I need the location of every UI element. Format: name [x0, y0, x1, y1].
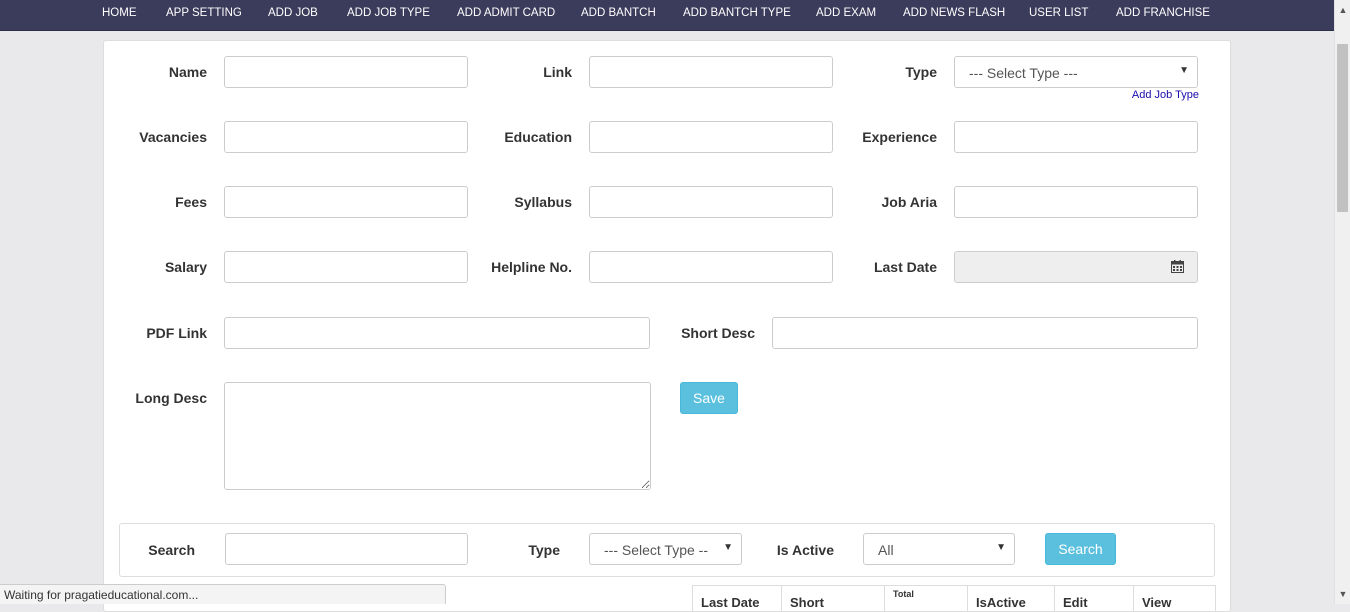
experience-input[interactable]	[954, 121, 1198, 153]
vacancies-input[interactable]	[224, 121, 468, 153]
nav-add-news-flash[interactable]: ADD NEWS FLASH	[903, 7, 1005, 19]
search-input[interactable]	[225, 533, 468, 565]
nav-add-bantch[interactable]: ADD BANTCH	[581, 7, 656, 19]
fees-label: Fees	[175, 194, 207, 210]
last-date-input[interactable]	[955, 252, 1160, 282]
caret-down-icon: ▼	[723, 542, 733, 553]
nav-add-exam[interactable]: ADD EXAM	[816, 7, 876, 19]
fees-input[interactable]	[224, 186, 468, 218]
scrollbar-thumb[interactable]	[1337, 44, 1348, 212]
job-aria-input[interactable]	[954, 186, 1198, 218]
is-active-select-value: All	[878, 542, 894, 558]
is-active-select[interactable]: All ▼	[863, 533, 1015, 565]
th-total[interactable]: Total	[884, 586, 967, 611]
education-label: Education	[504, 129, 572, 145]
chevron-down-icon[interactable]: ▼	[1335, 586, 1350, 602]
type-select[interactable]: --- Select Type --- ▼	[954, 56, 1198, 88]
nav-add-franchise[interactable]: ADD FRANCHISE	[1116, 7, 1210, 19]
experience-label: Experience	[862, 129, 937, 145]
short-desc-input[interactable]	[772, 317, 1198, 349]
page-scrollbar[interactable]: ▲ ▼	[1334, 0, 1350, 604]
top-navbar: HOME APP SETTING ADD JOB ADD JOB TYPE AD…	[0, 0, 1334, 31]
search-label: Search	[148, 542, 195, 558]
browser-status-bar: Waiting for pragatieducational.com...	[0, 584, 446, 604]
nav-add-job-type[interactable]: ADD JOB TYPE	[347, 7, 430, 19]
nav-user-list[interactable]: USER LIST	[1029, 7, 1088, 19]
salary-input[interactable]	[224, 251, 468, 283]
job-aria-label: Job Aria	[881, 194, 938, 210]
th-last-date[interactable]: Last Date	[693, 586, 781, 611]
last-date-picker	[954, 251, 1198, 283]
search-type-select-value: --- Select Type --	[604, 542, 708, 558]
long-desc-textarea[interactable]	[224, 382, 651, 490]
helpline-label: Helpline No.	[491, 259, 572, 275]
jobs-table-header: Last Date Short Total IsActive Edit View	[692, 585, 1216, 611]
calendar-icon	[1171, 260, 1184, 273]
calendar-button[interactable]	[1159, 252, 1197, 282]
syllabus-label: Syllabus	[514, 194, 572, 210]
search-type-select[interactable]: --- Select Type -- ▼	[589, 533, 742, 565]
type-select-value: --- Select Type ---	[969, 65, 1078, 81]
is-active-label: Is Active	[776, 542, 834, 558]
helpline-input[interactable]	[589, 251, 833, 283]
vacancies-label: Vacancies	[139, 129, 207, 145]
pdf-link-label: PDF Link	[146, 325, 207, 341]
name-input[interactable]	[224, 56, 468, 88]
salary-label: Salary	[164, 259, 207, 275]
search-type-label: Type	[528, 542, 560, 558]
th-edit[interactable]: Edit	[1054, 586, 1133, 611]
save-button[interactable]: Save	[680, 382, 738, 414]
th-short[interactable]: Short	[781, 586, 884, 611]
link-input[interactable]	[589, 56, 833, 88]
caret-down-icon: ▼	[1179, 65, 1189, 76]
nav-add-bantch-type[interactable]: ADD BANTCH TYPE	[683, 7, 791, 19]
short-desc-label: Short Desc	[681, 325, 755, 341]
syllabus-input[interactable]	[589, 186, 833, 218]
name-label: Name	[168, 64, 207, 80]
th-is-active[interactable]: IsActive	[967, 586, 1054, 611]
pdf-link-input[interactable]	[224, 317, 650, 349]
chevron-up-icon[interactable]: ▲	[1335, 2, 1350, 18]
nav-app-setting[interactable]: APP SETTING	[166, 7, 242, 19]
link-label: Link	[543, 64, 572, 80]
add-job-type-link[interactable]: Add Job Type	[1132, 89, 1199, 101]
caret-down-icon: ▼	[996, 542, 1006, 553]
nav-add-job[interactable]: ADD JOB	[268, 7, 318, 19]
education-input[interactable]	[589, 121, 833, 153]
nav-add-admit-card[interactable]: ADD ADMIT CARD	[457, 7, 555, 19]
last-date-label: Last Date	[873, 259, 937, 275]
search-button[interactable]: Search	[1045, 533, 1116, 565]
long-desc-label: Long Desc	[135, 390, 207, 406]
type-label: Type	[905, 64, 937, 80]
th-view[interactable]: View	[1133, 586, 1215, 611]
nav-home[interactable]: HOME	[102, 7, 137, 19]
